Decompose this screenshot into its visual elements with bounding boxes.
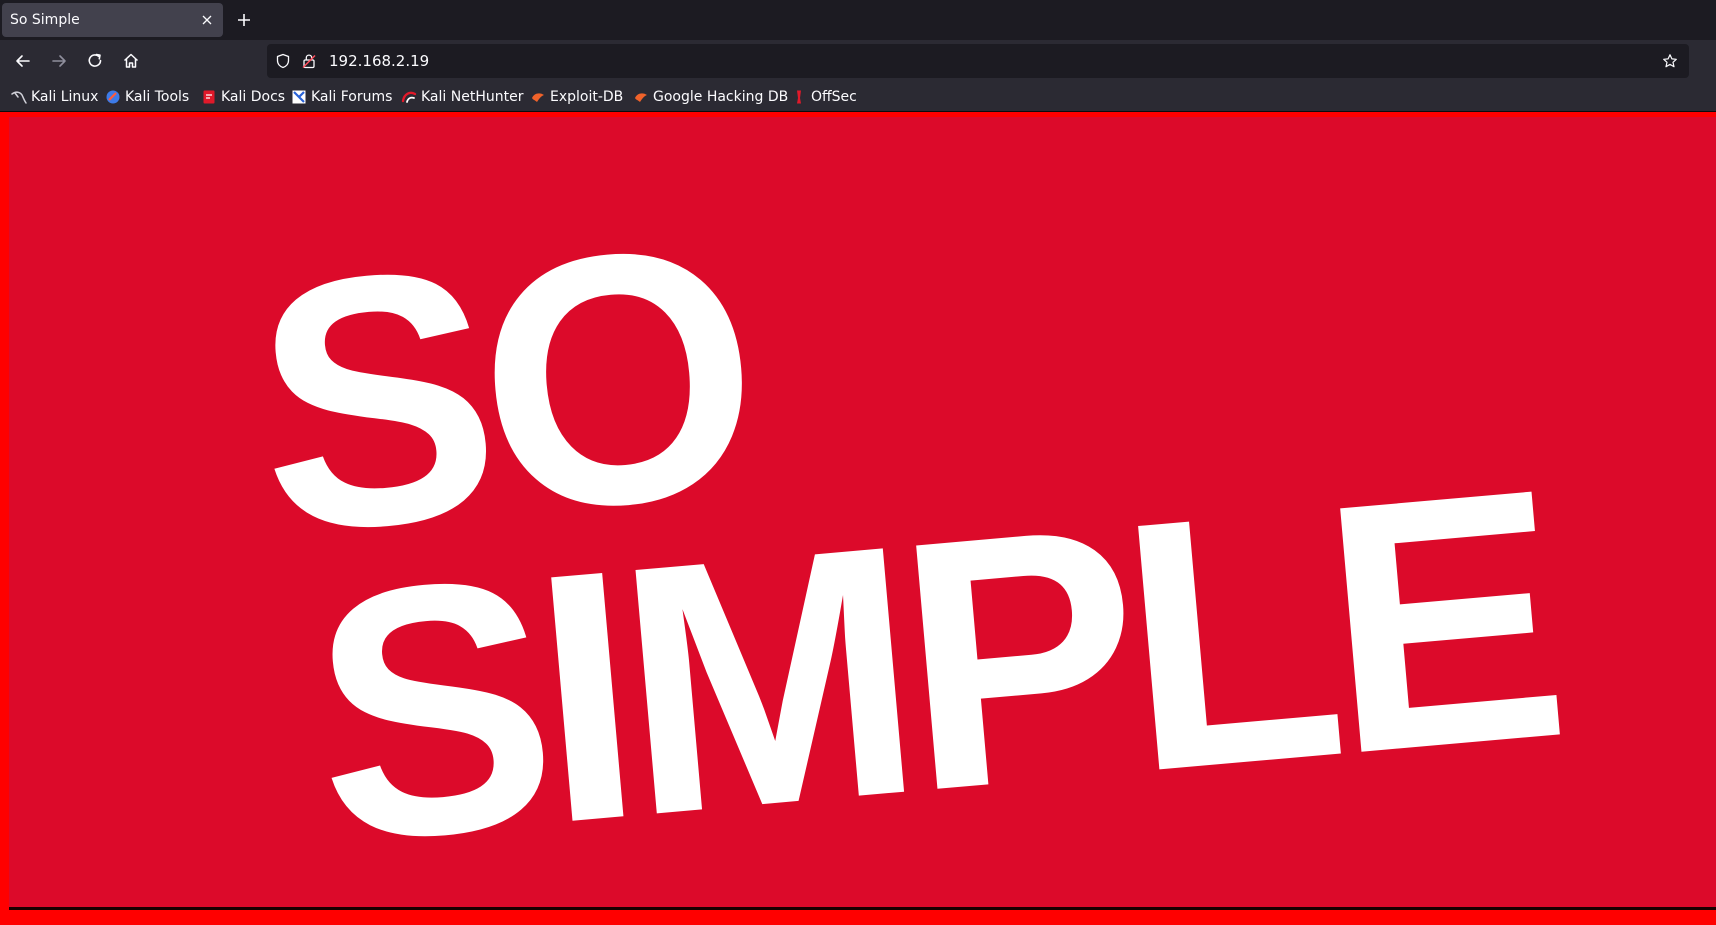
bookmark-label: Kali Linux — [31, 89, 99, 105]
so-simple-banner-image: SO SIMPLE — [9, 117, 1716, 908]
bookmark-label: Kali Forums — [311, 89, 393, 105]
bookmark-kali-docs[interactable]: Kali Docs — [201, 82, 285, 112]
url-text[interactable]: 192.168.2.19 — [329, 44, 429, 78]
banner-graphic: SO SIMPLE — [242, 172, 1571, 908]
ghdb-icon — [635, 93, 647, 102]
kali-tools-icon — [106, 90, 120, 104]
kali-docs-icon — [203, 90, 215, 104]
bookmark-label: Exploit-DB — [550, 89, 624, 105]
bookmark-label: Kali NetHunter — [421, 89, 524, 105]
offsec-icon — [797, 90, 801, 104]
kali-nethunter-icon — [401, 91, 417, 103]
bookmark-label: OffSec — [811, 89, 857, 105]
star-icon[interactable] — [1662, 53, 1678, 69]
shield-icon[interactable] — [275, 53, 291, 69]
page-content: SO SIMPLE — [0, 113, 1716, 925]
new-tab-icon[interactable] — [235, 11, 253, 29]
bookmark-kali-nethunter[interactable]: Kali NetHunter — [401, 82, 523, 112]
bookmark-kali-forums[interactable]: Kali Forums — [291, 82, 392, 112]
bookmark-label: Kali Docs — [221, 89, 286, 105]
bookmark-label: Kali Tools — [125, 89, 190, 105]
tab-strip: So Simple — [0, 0, 1716, 40]
bookmarks-toolbar: Kali Linux Kali Tools Kali Docs Kali For… — [0, 82, 1716, 112]
bookmark-offsec[interactable]: OffSec — [791, 82, 857, 112]
bookmark-label: Google Hacking DB — [653, 89, 789, 105]
bookmark-exploit-db[interactable]: Exploit-DB — [530, 82, 623, 112]
forward-arrow-icon[interactable] — [49, 51, 69, 71]
address-bar[interactable]: 192.168.2.19 — [267, 44, 1689, 78]
home-icon[interactable] — [121, 51, 141, 71]
bookmark-google-hacking-db[interactable]: Google Hacking DB — [633, 82, 788, 112]
reload-icon[interactable] — [85, 51, 105, 71]
exploit-db-icon — [532, 93, 544, 102]
navigation-toolbar: 192.168.2.19 — [0, 40, 1716, 82]
banner-bottom-border — [9, 907, 1716, 910]
tab-so-simple[interactable]: So Simple — [2, 3, 223, 37]
insecure-lock-icon[interactable] — [301, 53, 317, 69]
tab-title: So Simple — [10, 12, 80, 28]
bookmark-kali-linux[interactable]: Kali Linux — [11, 82, 98, 112]
bookmark-kali-tools[interactable]: Kali Tools — [105, 82, 189, 112]
back-arrow-icon[interactable] — [13, 51, 33, 71]
kali-dragon-icon — [11, 91, 27, 104]
kali-forums-icon — [292, 90, 306, 104]
close-icon[interactable] — [201, 14, 213, 26]
